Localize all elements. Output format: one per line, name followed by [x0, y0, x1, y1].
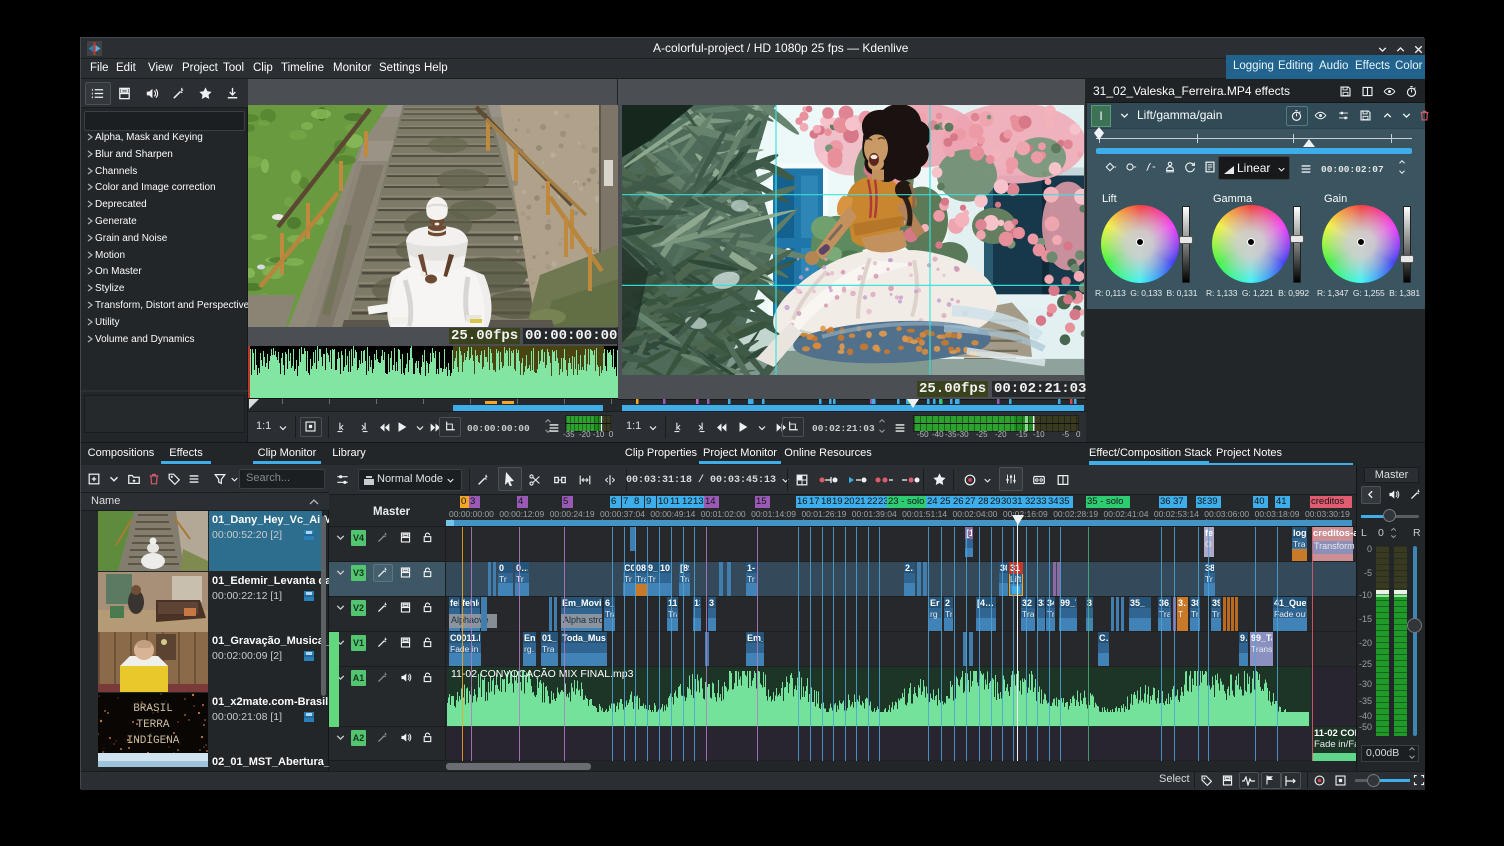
svg-text:TERRA: TERRA — [136, 719, 169, 731]
svg-text:INDÍGENA: INDÍGENA — [127, 733, 180, 747]
svg-text:BRASIL: BRASIL — [133, 703, 173, 715]
